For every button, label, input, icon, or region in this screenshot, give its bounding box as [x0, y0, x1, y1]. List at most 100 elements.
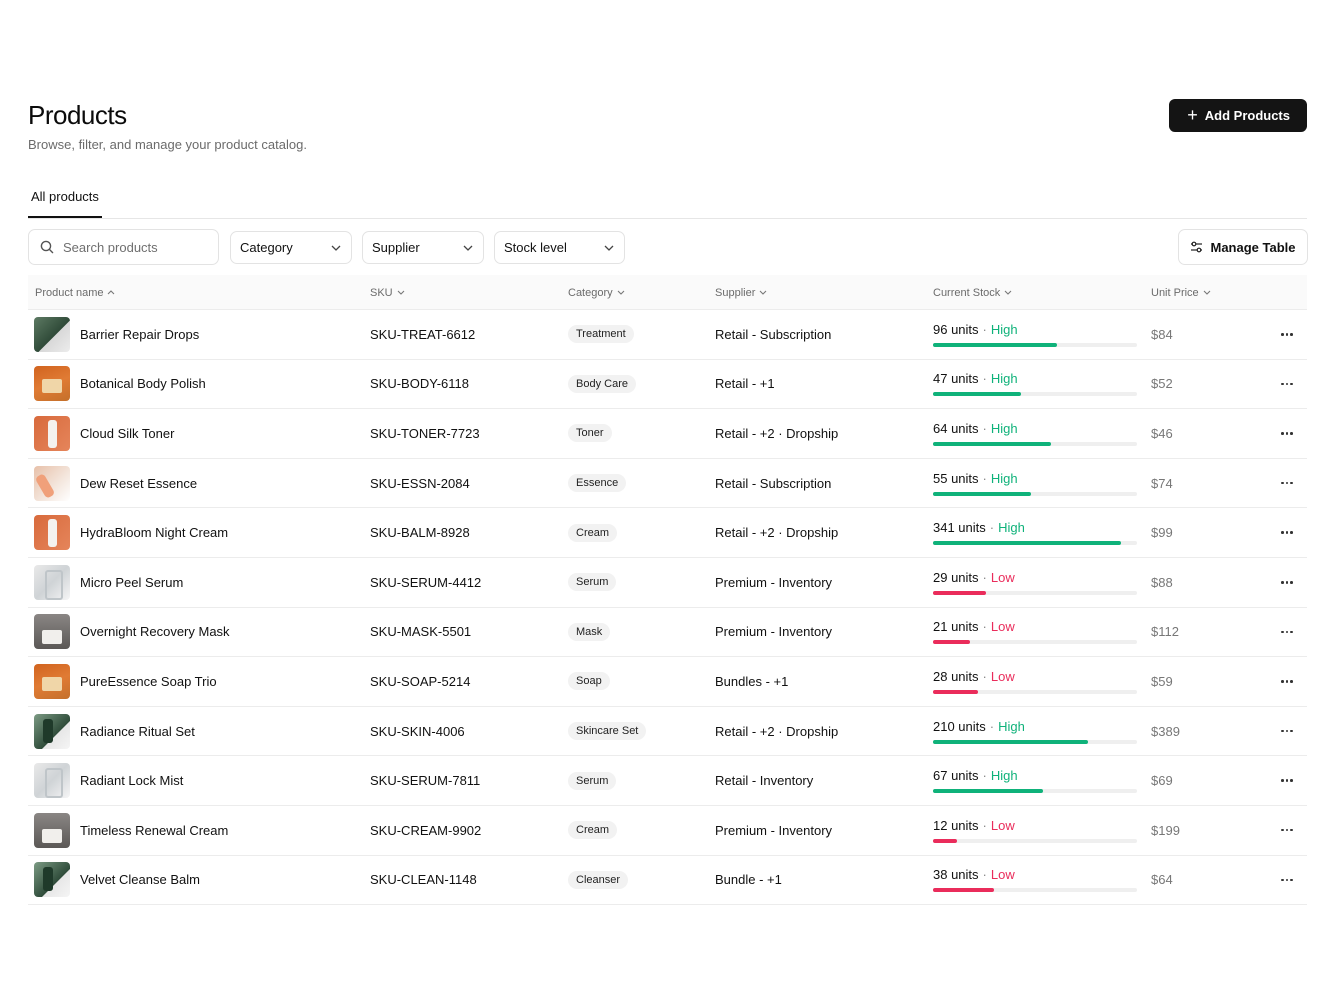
column-label: Category [568, 286, 613, 299]
supplier-cell: Retail - Inventory [715, 773, 814, 789]
stock-bar [933, 789, 1137, 794]
table-row[interactable]: PureEssence Soap Trio SKU-SOAP-5214 Soap Bu… [28, 657, 1307, 707]
stock-bar [933, 739, 1137, 744]
stock-separator: · [982, 470, 987, 486]
chevron-down-icon [331, 245, 341, 251]
sku-cell: SKU-ESSN-2084 [370, 475, 470, 491]
table-row[interactable]: Dew Reset Essence SKU-ESSN-2084 Essence Ret… [28, 459, 1307, 509]
row-actions-button[interactable] [1280, 360, 1294, 409]
category-cell: Cleanser [568, 856, 629, 905]
stock-separator: · [982, 817, 987, 833]
sku-cell: SKU-BALM-8928 [370, 525, 470, 541]
product-name[interactable]: Radiant Lock Mist [80, 773, 183, 788]
stock-units: 341 units [933, 520, 986, 536]
table-row[interactable]: Barrier Repair Drops SKU-TREAT-6612 Treatm… [28, 310, 1307, 360]
stock-level-filter-label: Stock level [504, 240, 567, 255]
category-badge: Cream [568, 523, 618, 542]
product-name[interactable]: Radiance Ritual Set [80, 724, 195, 739]
table-row[interactable]: HydraBloom Night Cream SKU-BALM-8928 Cream… [28, 508, 1307, 558]
category-cell: Body Care [568, 360, 636, 409]
stock-separator: · [982, 321, 987, 337]
unit-price-cell: $64 [1151, 872, 1173, 888]
more-horizontal-icon [1281, 680, 1293, 683]
table-row[interactable]: Overnight Recovery Mask SKU-MASK-5501 Mask… [28, 608, 1307, 658]
stock-units: 38 units [933, 867, 979, 883]
stock-level: High [998, 520, 1025, 536]
products-table: Product name SKU Category Supplier Curre… [28, 275, 1307, 906]
category-cell: Toner [568, 409, 612, 458]
manage-table-button[interactable]: Manage Table [1178, 229, 1308, 265]
category-cell: Treatment [568, 310, 634, 359]
row-actions-button[interactable] [1280, 459, 1294, 508]
sku-cell: SKU-CLEAN-1148 [370, 872, 477, 888]
stock-separator: · [982, 420, 987, 436]
supplier-filter[interactable]: Supplier [362, 231, 484, 264]
chevron-down-icon [463, 245, 473, 251]
table-row[interactable]: Botanical Body Polish SKU-BODY-6118 Body C… [28, 360, 1307, 410]
tab-all-products[interactable]: All products [28, 178, 102, 218]
row-actions-button[interactable] [1280, 856, 1294, 905]
row-actions-button[interactable] [1280, 310, 1294, 359]
supplier-cell: Retail - +2 · Dropship [715, 525, 839, 541]
row-actions-button[interactable] [1280, 608, 1294, 657]
column-header-product-name[interactable]: Product name [35, 275, 115, 310]
search-input[interactable] [63, 239, 203, 255]
product-name[interactable]: Dew Reset Essence [80, 476, 197, 491]
column-header-current-stock[interactable]: Current Stock [933, 275, 1012, 310]
product-name[interactable]: Velvet Cleanse Balm [80, 872, 200, 887]
column-header-category[interactable]: Category [568, 275, 625, 310]
category-badge: Mask [568, 622, 611, 641]
product-thumbnail [34, 663, 70, 699]
row-actions-button[interactable] [1280, 806, 1294, 855]
more-horizontal-icon [1281, 581, 1293, 584]
column-header-supplier[interactable]: Supplier [715, 275, 767, 310]
row-actions-button[interactable] [1280, 409, 1294, 458]
table-row[interactable]: Timeless Renewal Cream SKU-CREAM-9902 Crea… [28, 806, 1307, 856]
category-filter[interactable]: Category [230, 231, 352, 264]
category-cell: Soap [568, 657, 610, 706]
product-name[interactable]: PureEssence Soap Trio [80, 674, 217, 689]
add-products-button[interactable]: + Add Products [1169, 99, 1307, 132]
row-actions-button[interactable] [1280, 756, 1294, 805]
product-name[interactable]: Timeless Renewal Cream [80, 823, 228, 838]
product-name[interactable]: Barrier Repair Drops [80, 327, 199, 342]
product-name[interactable]: Botanical Body Polish [80, 376, 206, 391]
stock-level-filter[interactable]: Stock level [494, 231, 625, 264]
stock-units: 96 units [933, 321, 979, 337]
table-row[interactable]: Radiance Ritual Set SKU-SKIN-4006 Skincare… [28, 707, 1307, 757]
stock-bar-fill [933, 888, 995, 893]
stock-units: 64 units [933, 420, 979, 436]
stock-separator: · [982, 867, 987, 883]
more-horizontal-icon [1281, 382, 1293, 386]
more-horizontal-icon [1281, 333, 1293, 336]
stock-units: 12 units [933, 817, 979, 833]
product-name[interactable]: Overnight Recovery Mask [80, 624, 230, 639]
stock-units: 210 units [933, 718, 986, 734]
product-name[interactable]: Micro Peel Serum [80, 575, 183, 590]
stock-bar-fill [933, 789, 1044, 794]
more-horizontal-icon [1281, 878, 1293, 882]
table-row[interactable]: Micro Peel Serum SKU-SERUM-4412 Serum Premi… [28, 558, 1307, 608]
plus-icon: + [1187, 104, 1198, 125]
row-actions-button[interactable] [1280, 558, 1294, 607]
table-row[interactable]: Velvet Cleanse Balm SKU-CLEAN-1148 Cleanse… [28, 856, 1307, 906]
table-row[interactable]: Radiant Lock Mist SKU-SERUM-7811 Serum Reta… [28, 756, 1307, 806]
supplier-cell: Retail - Subscription [715, 475, 832, 491]
column-header-sku[interactable]: SKU [370, 275, 405, 310]
product-name[interactable]: Cloud Silk Toner [80, 426, 174, 441]
product-name-cell: Timeless Renewal Cream [34, 806, 228, 855]
sku-cell: SKU-SERUM-4412 [370, 574, 482, 590]
table-row[interactable]: Cloud Silk Toner SKU-TONER-7723 Toner Retai… [28, 409, 1307, 459]
category-cell: Serum [568, 558, 617, 607]
stock-text: 29 units · Low [933, 570, 1015, 585]
product-name-cell: Radiance Ritual Set [34, 707, 195, 756]
category-cell: Essence [568, 459, 627, 508]
product-name[interactable]: HydraBloom Night Cream [80, 525, 228, 540]
row-actions-button[interactable] [1280, 508, 1294, 557]
row-actions-button[interactable] [1280, 657, 1294, 706]
search-box[interactable] [28, 229, 219, 265]
product-thumbnail [34, 812, 70, 848]
column-header-unit-price[interactable]: Unit Price [1151, 275, 1211, 310]
product-name-cell: PureEssence Soap Trio [34, 657, 217, 706]
row-actions-button[interactable] [1280, 707, 1294, 756]
